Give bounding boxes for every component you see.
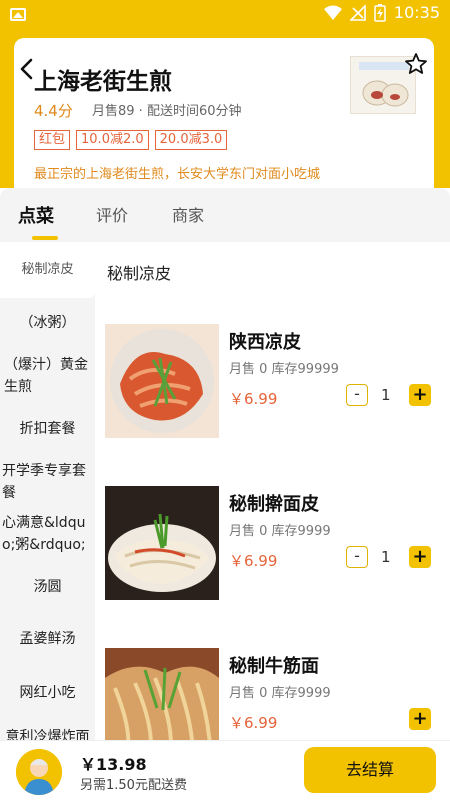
increase-quantity-button[interactable]: + xyxy=(409,708,431,730)
sidebar-item[interactable]: 汤圆 xyxy=(0,576,95,598)
decrease-quantity-button[interactable]: - xyxy=(346,546,368,568)
dish-sales-stock: 月售 0 库存99999 xyxy=(229,362,339,377)
dish-price: ￥6.99 xyxy=(229,390,278,408)
shop-rating: 4.4分 xyxy=(34,102,73,120)
sidebar-item[interactable]: （爆汁）黄金生煎 xyxy=(0,354,95,398)
sidebar-item[interactable]: （冰粥） xyxy=(0,312,95,334)
dish-price: ￥6.99 xyxy=(229,552,278,570)
sidebar-item[interactable]: 开学季专享套餐 xyxy=(0,460,95,504)
no-signal-icon xyxy=(349,4,366,21)
dish-name: 秘制擀面皮 xyxy=(229,494,319,515)
promo-tags: 红包 10.0减2.0 20.0减3.0 xyxy=(34,130,228,150)
dish-sales-stock: 月售 0 库存9999 xyxy=(229,686,331,701)
promo-tag-redpacket: 红包 xyxy=(34,130,71,150)
quantity-value: 1 xyxy=(381,386,391,404)
status-bar: 10:35 xyxy=(0,0,450,28)
cart-avatar[interactable] xyxy=(16,749,62,795)
promo-tag-discount-1: 10.0减2.0 xyxy=(76,130,149,150)
shop-sales-delivery: 月售89 · 配送时间60分钟 xyxy=(92,104,242,119)
dish-item: 秘制牛筋面 月售 0 库存9999 ￥6.99 + xyxy=(95,648,450,740)
dish-price: ￥6.99 xyxy=(229,714,278,732)
category-sidebar: 秘制凉皮 （冰粥） （爆汁）黄金生煎 折扣套餐 开学季专享套餐 心满意&ldqu… xyxy=(0,242,95,740)
sidebar-item[interactable]: 孟婆鲜汤 xyxy=(0,628,95,650)
shop-name: 上海老街生煎 xyxy=(34,69,172,95)
promo-tag-discount-2: 20.0减3.0 xyxy=(154,130,228,150)
category-title: 秘制凉皮 xyxy=(107,264,172,283)
checkout-button[interactable]: 去结算 xyxy=(304,747,436,793)
delivery-fee-note: 另需1.50元配送费 xyxy=(80,778,187,793)
sidebar-item[interactable]: 折扣套餐 xyxy=(0,418,95,440)
menu-content: 秘制凉皮 陕西凉皮 月售 0 库存99999 ￥6.99 - 1 + 秘制擀面皮… xyxy=(95,242,450,740)
sidebar-item[interactable]: 心满意&ldquo;粥&rdquo; xyxy=(0,512,95,556)
tab-reviews[interactable]: 评价 xyxy=(96,202,128,226)
gallery-notification-icon xyxy=(10,8,26,21)
dish-sales-stock: 月售 0 库存9999 xyxy=(229,524,331,539)
tab-merchant[interactable]: 商家 xyxy=(172,202,204,226)
decrease-quantity-button[interactable]: - xyxy=(346,384,368,406)
increase-quantity-button[interactable]: + xyxy=(409,384,431,406)
shop-tabs: 点菜 评价 商家 xyxy=(0,188,450,242)
sidebar-item[interactable]: 意利冷爆炸面 xyxy=(0,726,95,740)
quantity-value: 1 xyxy=(381,548,391,566)
dish-item: 秘制擀面皮 月售 0 库存9999 ￥6.99 - 1 + xyxy=(95,486,450,606)
tab-order[interactable]: 点菜 xyxy=(18,202,54,228)
dish-image xyxy=(105,648,219,740)
shop-notice: 最正宗的上海老街生煎，长安大学东门对面小吃城 xyxy=(34,167,321,182)
sidebar-item[interactable]: 网红小吃 xyxy=(0,682,95,704)
clock: 10:35 xyxy=(393,3,440,22)
dish-name: 陕西凉皮 xyxy=(229,332,301,353)
dish-item: 陕西凉皮 月售 0 库存99999 ￥6.99 - 1 + xyxy=(95,324,450,444)
cart-total: ￥13.98 xyxy=(80,755,147,774)
sidebar-item-active[interactable]: 秘制凉皮 xyxy=(0,242,95,298)
dish-image xyxy=(105,486,219,600)
dish-image xyxy=(105,324,219,438)
cart-bar: ￥13.98 另需1.50元配送费 去结算 xyxy=(0,740,450,800)
wifi-icon xyxy=(323,5,342,20)
dish-name: 秘制牛筋面 xyxy=(229,656,319,677)
active-tab-indicator xyxy=(32,236,58,240)
battery-charging-icon xyxy=(374,3,386,22)
favorite-star-icon[interactable] xyxy=(404,52,428,76)
increase-quantity-button[interactable]: + xyxy=(409,546,431,568)
